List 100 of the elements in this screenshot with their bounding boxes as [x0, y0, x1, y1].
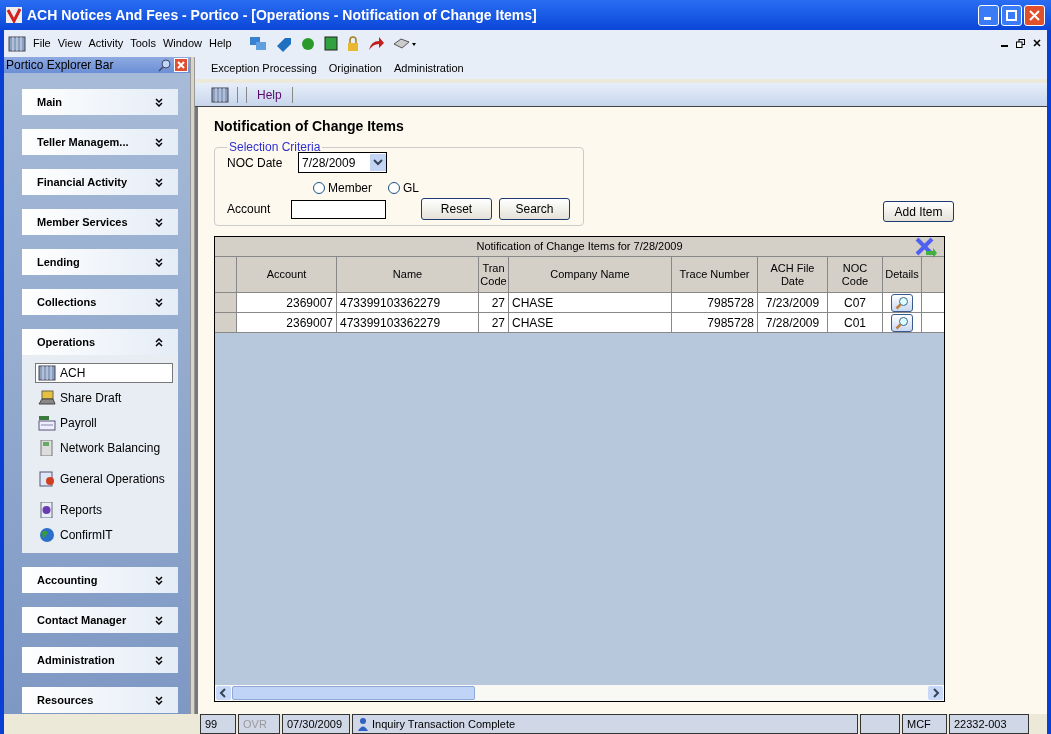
- menu-item[interactable]: Tools: [130, 35, 156, 52]
- menu-item[interactable]: Administration: [394, 59, 464, 77]
- status-panel: [860, 714, 900, 734]
- expand-icon[interactable]: [155, 217, 163, 227]
- table-cell: 473399103362279: [337, 313, 479, 332]
- explorer-item[interactable]: Share Draft: [35, 388, 173, 408]
- group-header[interactable]: Operations: [22, 329, 178, 355]
- group-title: Main: [37, 94, 63, 110]
- binder-icon[interactable]: [211, 86, 229, 103]
- group-header[interactable]: Contact Manager: [22, 607, 178, 633]
- explorer-item[interactable]: Reports: [35, 500, 173, 520]
- menu-item[interactable]: Activity: [88, 35, 124, 52]
- expand-icon[interactable]: [155, 137, 163, 147]
- group-title: Operations: [37, 334, 96, 350]
- pay-stub-icon: [38, 415, 56, 431]
- laptop-icon: [38, 390, 56, 406]
- expand-icon[interactable]: [155, 97, 163, 107]
- table-cell: CHASE: [509, 313, 672, 332]
- column-header[interactable]: Trace Number: [672, 257, 758, 292]
- machine-icon: [38, 440, 56, 456]
- radio-button[interactable]: [388, 182, 400, 194]
- clear-filter-icon[interactable]: [914, 237, 938, 259]
- radio-option[interactable]: Member: [313, 179, 372, 197]
- expand-icon[interactable]: [155, 177, 163, 187]
- status-panel: 99: [200, 714, 236, 734]
- help-button[interactable]: Help: [255, 85, 284, 104]
- menu-item[interactable]: File: [33, 35, 51, 52]
- group-header[interactable]: Member Services: [22, 209, 178, 235]
- form-button[interactable]: Search: [499, 198, 570, 220]
- horizontal-scrollbar[interactable]: [215, 685, 944, 701]
- details-button[interactable]: [891, 313, 913, 332]
- close-button[interactable]: [1024, 4, 1045, 26]
- minimize-button[interactable]: [978, 4, 999, 26]
- radio-button[interactable]: [313, 182, 325, 194]
- menu-item[interactable]: Help: [209, 35, 232, 52]
- column-header[interactable]: NOC Code: [828, 257, 883, 292]
- pin-icon[interactable]: [158, 58, 172, 72]
- group-header[interactable]: Teller Managem...: [22, 129, 178, 155]
- expand-icon[interactable]: [155, 575, 163, 585]
- group-title: Resources: [37, 692, 94, 708]
- group-header[interactable]: Administration: [22, 647, 178, 673]
- window-title: ACH Notices And Fees - Portico - [Operations - Notification of Change Items]: [27, 5, 537, 25]
- expand-icon[interactable]: [155, 297, 163, 307]
- table-cell: 27: [479, 313, 509, 332]
- expand-icon[interactable]: [155, 615, 163, 625]
- status-panel: MCF: [902, 714, 947, 734]
- group-title: Member Services: [37, 214, 128, 230]
- menu-item[interactable]: Origination: [328, 59, 382, 77]
- column-header[interactable]: Tran Code: [479, 257, 509, 292]
- explorer-item[interactable]: Network Balancing: [35, 438, 173, 458]
- radio-option[interactable]: GL: [388, 179, 420, 197]
- group-header[interactable]: Accounting: [22, 567, 178, 593]
- minimize-icon: [983, 17, 991, 20]
- group-header[interactable]: Financial Activity: [22, 169, 178, 195]
- group-title: Lending: [37, 254, 80, 270]
- add-item-button[interactable]: Add Item: [883, 201, 954, 222]
- expand-icon[interactable]: [155, 655, 163, 665]
- table-cell: 7985728: [672, 293, 758, 312]
- account-field[interactable]: [291, 199, 386, 219]
- explorer-bar-title: Portico Explorer Bar: [6, 57, 114, 74]
- column-header[interactable]: Account: [237, 257, 337, 292]
- scroll-thumb[interactable]: [232, 686, 475, 700]
- restore-icon[interactable]: [1016, 39, 1025, 48]
- expand-icon[interactable]: [155, 257, 163, 267]
- scroll-right-icon[interactable]: [928, 686, 943, 700]
- close-button[interactable]: [174, 58, 188, 72]
- group-title: Collections: [37, 294, 97, 310]
- group-title: Accounting: [37, 572, 98, 588]
- explorer-item[interactable]: ACH: [35, 363, 173, 383]
- table-cell: 2369007: [237, 293, 337, 312]
- group-header[interactable]: Lending: [22, 249, 178, 275]
- close-icon[interactable]: [1033, 39, 1041, 47]
- menu-item[interactable]: View: [57, 35, 82, 52]
- scroll-left-icon[interactable]: [216, 686, 231, 700]
- menu-item[interactable]: Window: [162, 35, 203, 52]
- explorer-item[interactable]: General Operations: [35, 469, 173, 489]
- group-header[interactable]: Main: [22, 89, 178, 115]
- date-dropdown[interactable]: 7/28/2009: [298, 152, 387, 173]
- lock-icon: [346, 35, 359, 52]
- column-header[interactable]: Name: [337, 257, 479, 292]
- field-label: NOC Date: [227, 154, 284, 172]
- column-header[interactable]: ACH File Date: [758, 257, 828, 292]
- computers-icon: [248, 35, 267, 52]
- collapse-icon[interactable]: [155, 337, 163, 347]
- table-cell: CHASE: [509, 293, 672, 312]
- maximize-button[interactable]: [1001, 4, 1022, 26]
- group-header[interactable]: Resources: [22, 687, 178, 713]
- explorer-item[interactable]: ConfirmIT: [35, 525, 173, 545]
- explorer-item[interactable]: Payroll: [35, 413, 173, 433]
- details-button[interactable]: [891, 293, 913, 312]
- explorer-item-label: Reports: [60, 502, 103, 519]
- status-panel: Inquiry Transaction Complete: [352, 714, 858, 734]
- app-logo-icon: [6, 7, 22, 23]
- column-header[interactable]: Company Name: [509, 257, 672, 292]
- group-title: Teller Managem...: [37, 134, 129, 150]
- group-header[interactable]: Collections: [22, 289, 178, 315]
- menu-item[interactable]: Exception Processing: [211, 59, 317, 77]
- column-header[interactable]: Details: [883, 257, 922, 292]
- form-button[interactable]: Reset: [421, 198, 492, 220]
- expand-icon[interactable]: [155, 695, 163, 705]
